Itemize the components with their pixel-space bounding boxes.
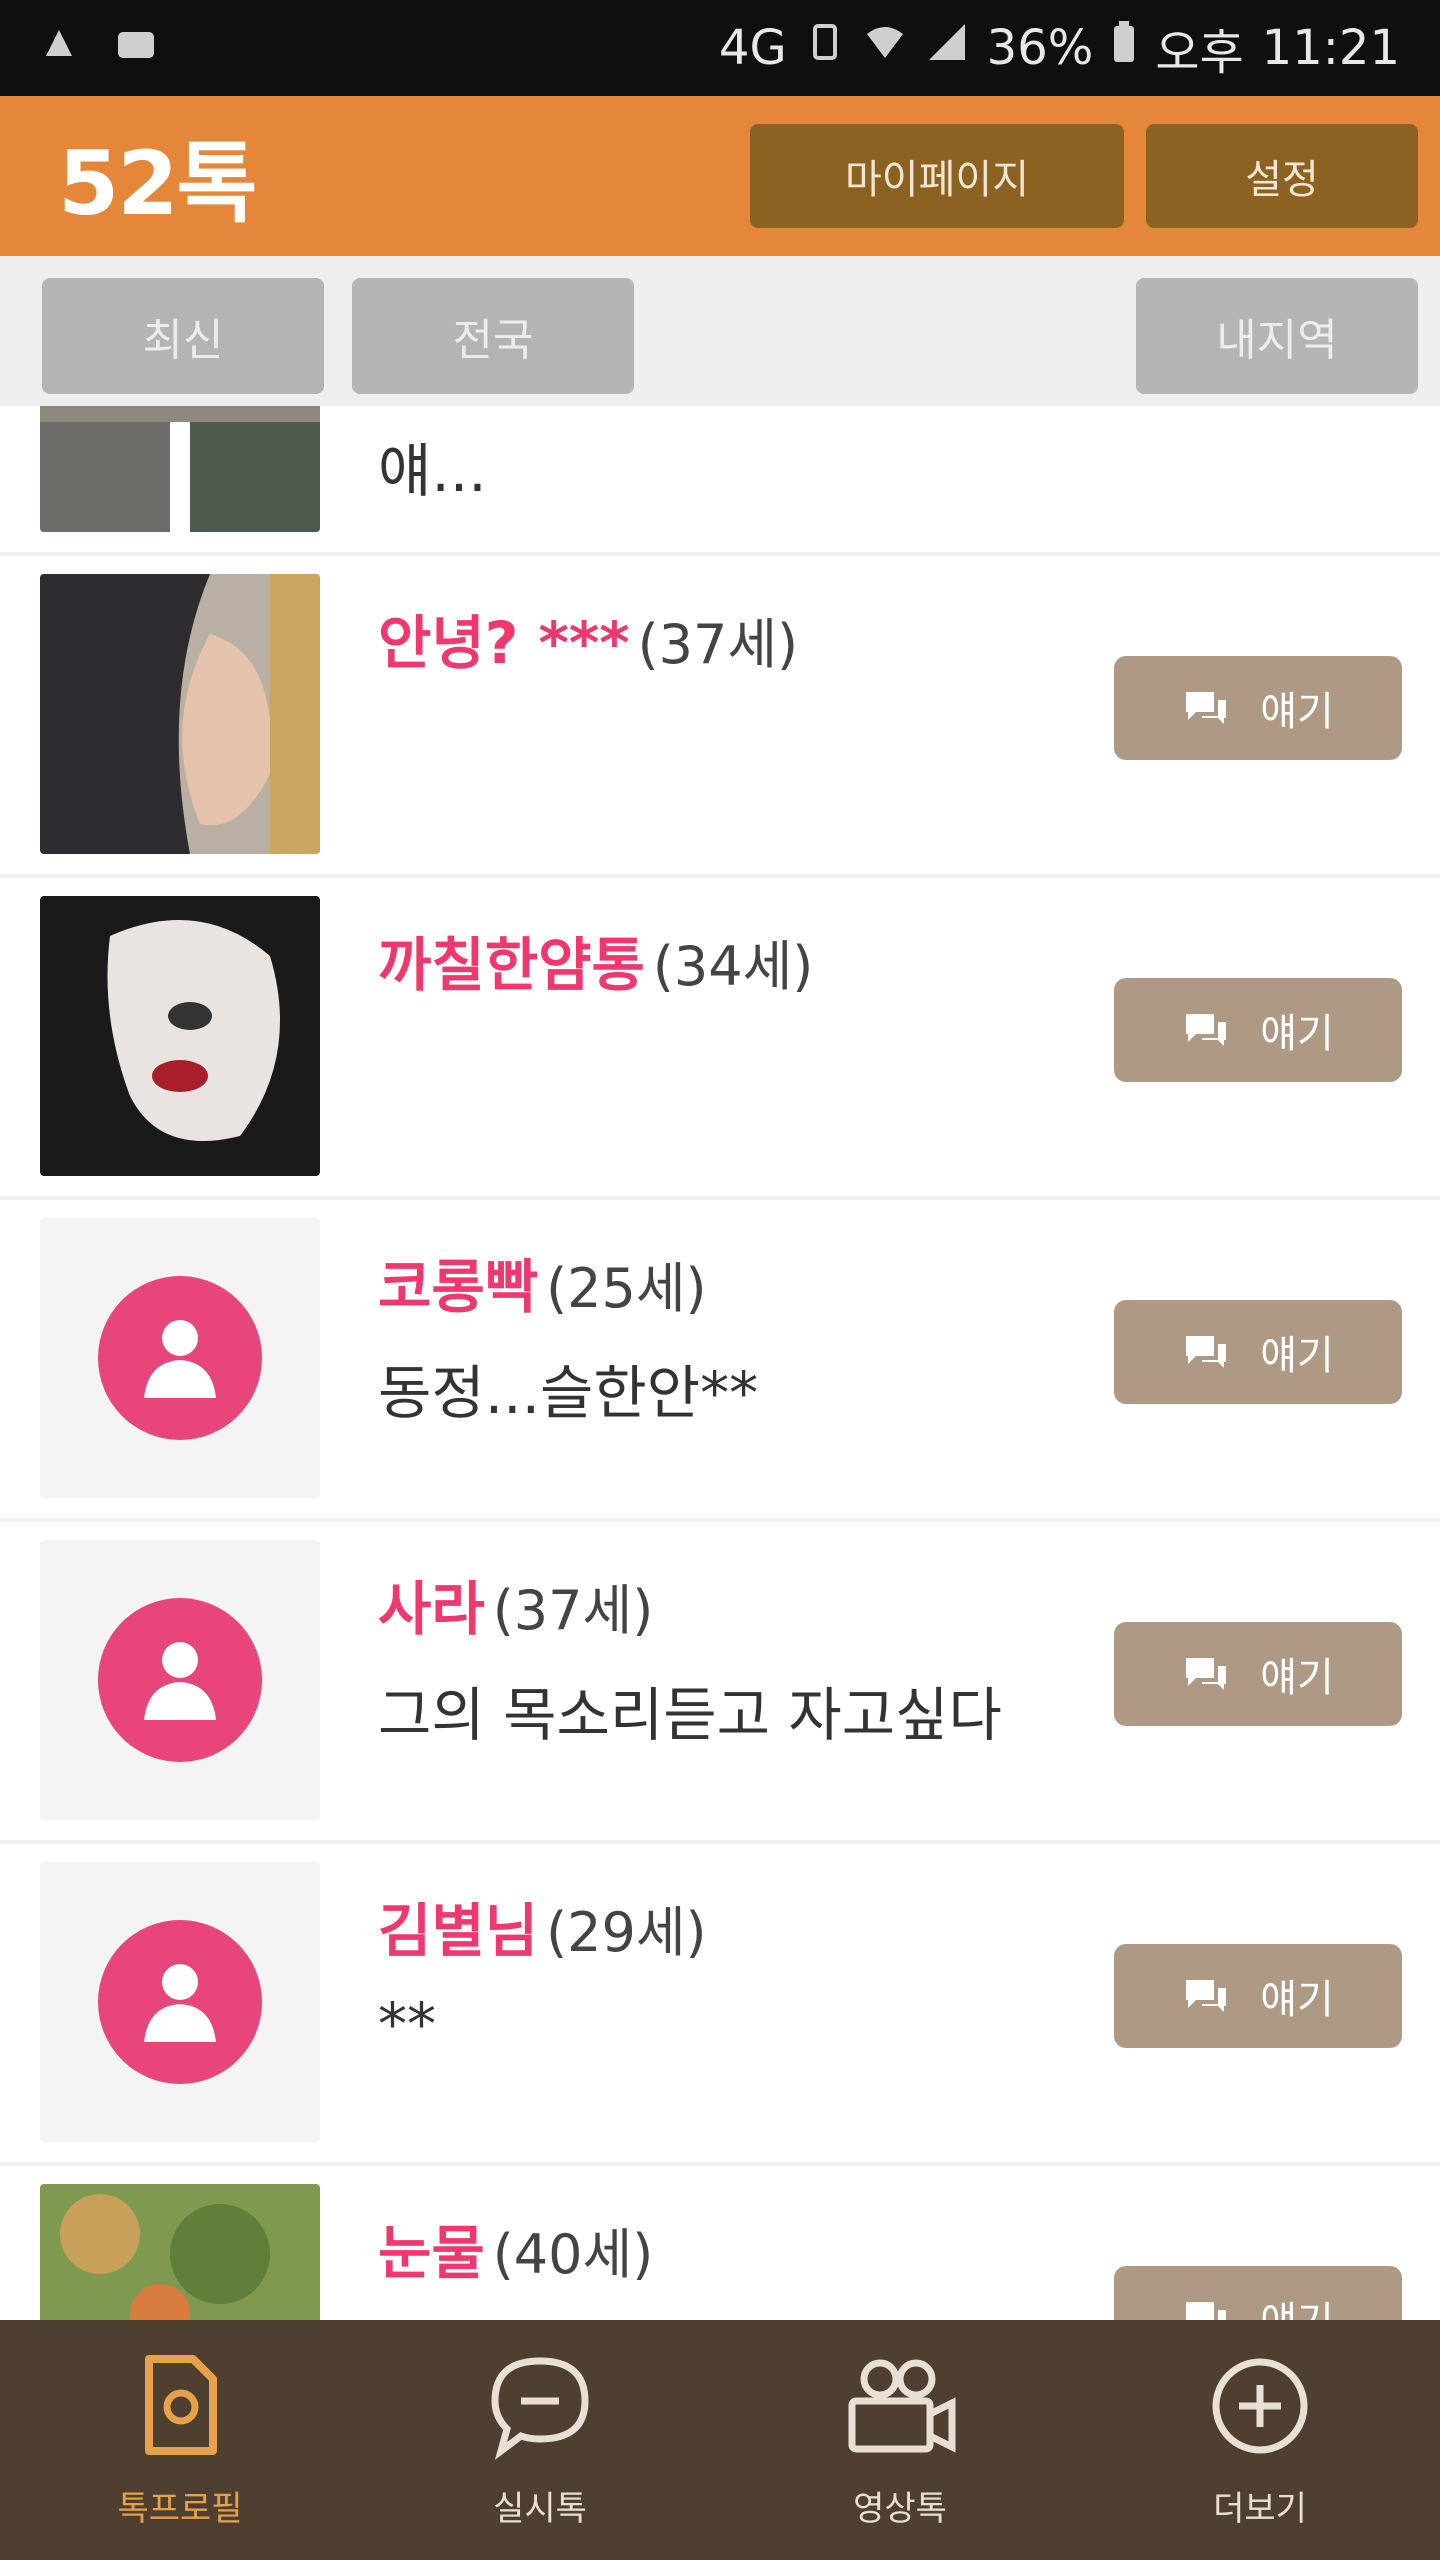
filter-region-button[interactable]: 전국 [352,278,634,394]
profile-placeholder[interactable] [40,1218,320,1498]
clock: 11:21 [1261,20,1400,76]
nickname: 눈물 [378,2219,485,2287]
nav-label: 영상톡 [853,2488,947,2529]
chat-icon [1186,2302,1227,2320]
chat-icon [1186,1658,1227,1690]
vibrate-icon [805,20,845,76]
list-item[interactable]: 안녕? *** (37세) 얘기 [0,556,1440,878]
signal-icon [925,20,969,76]
age: (37세) [637,613,799,676]
profile-card-icon [145,2354,217,2455]
chat-icon [1186,1336,1227,1368]
wifi-icon [863,20,907,76]
list-item[interactable]: 코롱빡 (25세) 동정...슬한안** 얘기 [0,1200,1440,1522]
nickname: 까칠한얌통 [378,931,645,999]
talk-button[interactable]: 얘기 [1114,1622,1402,1726]
nickname: 코롱빡 [378,1253,539,1321]
chat-icon [1186,692,1227,724]
default-avatar-icon [98,1598,262,1762]
talk-button-label: 얘기 [1260,1011,1334,1057]
profile-header: 사라 (37세) [378,1562,653,1646]
profile-list[interactable]: 얘... 얘기 안녕? ***(37세) 얘기 [0,406,1440,2320]
profile-placeholder[interactable] [40,1862,320,2142]
age: (40세) [492,2223,654,2286]
talk-button-label: 얘기 [1260,2289,1334,2320]
profile-header: 김별님 (29세) [378,1884,707,1968]
chat-icon [1186,1014,1227,1046]
talk-button[interactable]: 얘기 [1114,1944,1402,2048]
video-camera-icon [848,2359,956,2453]
list-item[interactable]: 눈물(40세) 얘기 [0,2166,1440,2320]
talk-button[interactable]: 얘기 [1114,2266,1402,2320]
talk-button[interactable]: 얘기 [1114,656,1402,760]
nickname: 안녕? *** [378,609,630,677]
profile-message: 그의 목소리듣고 자고싶다 [378,1681,1002,1749]
chat-bubble-icon [491,2356,589,2460]
time-prefix: 오후 [1155,25,1244,81]
chat-icon [1186,1980,1227,2012]
list-item[interactable]: 사라 (37세) 그의 목소리듣고 자고싶다 얘기 [0,1522,1440,1844]
nav-label: 실시톡 [493,2488,587,2529]
profile-photo[interactable] [40,896,320,1176]
profile-photo[interactable] [40,574,320,854]
filter-bar: 최신 전국 내지역 [0,256,1440,406]
list-item[interactable]: 얘... 얘기 [0,406,1440,556]
battery-percent: 36% [986,20,1094,76]
profile-header: 안녕? *** (37세) [378,596,798,680]
app-title: 52톡 [58,131,257,235]
profile-photo[interactable] [40,406,320,532]
talk-button-label: 얘기 [1260,689,1334,735]
nav-talk-profile[interactable]: 톡프로필 [0,2320,360,2560]
default-avatar-icon [98,1920,262,2084]
nav-live-talk[interactable]: 실시톡 [360,2320,720,2560]
profile-message: 동정...슬한안** [378,1359,759,1427]
nav-more[interactable]: 더보기 [1080,2320,1440,2560]
nav-label: 톡프로필 [117,2488,243,2529]
status-bar: 4G 36% 오후 11:21 [0,0,1440,96]
profile-header: 까칠한얌통 (34세) [378,918,813,1002]
age: (25세) [546,1257,707,1320]
network-type: 4G [718,20,787,76]
nav-label: 더보기 [1213,2488,1307,2529]
profile-placeholder[interactable] [40,1540,320,1820]
settings-button[interactable]: 설정 [1146,124,1418,228]
talk-button-label: 얘기 [1260,1977,1334,2023]
nickname: 김별님 [378,1897,539,1965]
talk-button[interactable]: 얘기 [1114,978,1402,1082]
mypage-button[interactable]: 마이페이지 [750,124,1124,228]
default-avatar-icon [98,1276,262,1440]
talk-button-label: 얘기 [1260,1333,1334,1379]
profile-message: ** [378,1990,436,2058]
list-item[interactable]: 김별님 (29세) ** 얘기 [0,1844,1440,2166]
talk-button[interactable]: 얘기 [1114,1300,1402,1404]
list-item[interactable]: 까칠한얌통 (34세) 얘기 [0,878,1440,1200]
app-header: 52톡 마이페이지 설정 [0,96,1440,256]
nav-video-talk[interactable]: 영상톡 [720,2320,1080,2560]
battery-icon [1111,20,1137,76]
age: (29세) [546,1901,707,1964]
profile-photo[interactable] [40,2184,320,2320]
app-notification-icon [114,20,158,76]
filter-latest-button[interactable]: 최신 [42,278,324,394]
notification-icon [40,20,78,76]
nickname: 사라 [378,1575,485,1643]
plus-circle-icon [1212,2358,1308,2453]
profile-header: 눈물 (40세) [378,2206,653,2290]
bottom-nav: 톡프로필 실시톡 영상톡 더보기 [0,2320,1440,2560]
filter-nearby-button[interactable]: 내지역 [1136,278,1418,394]
talk-button-label: 얘기 [1260,1655,1334,1701]
profile-header: 코롱빡 (25세) [378,1240,707,1324]
profile-message: 얘... [378,437,487,505]
age: (34세) [652,935,814,998]
age: (37세) [492,1579,654,1642]
